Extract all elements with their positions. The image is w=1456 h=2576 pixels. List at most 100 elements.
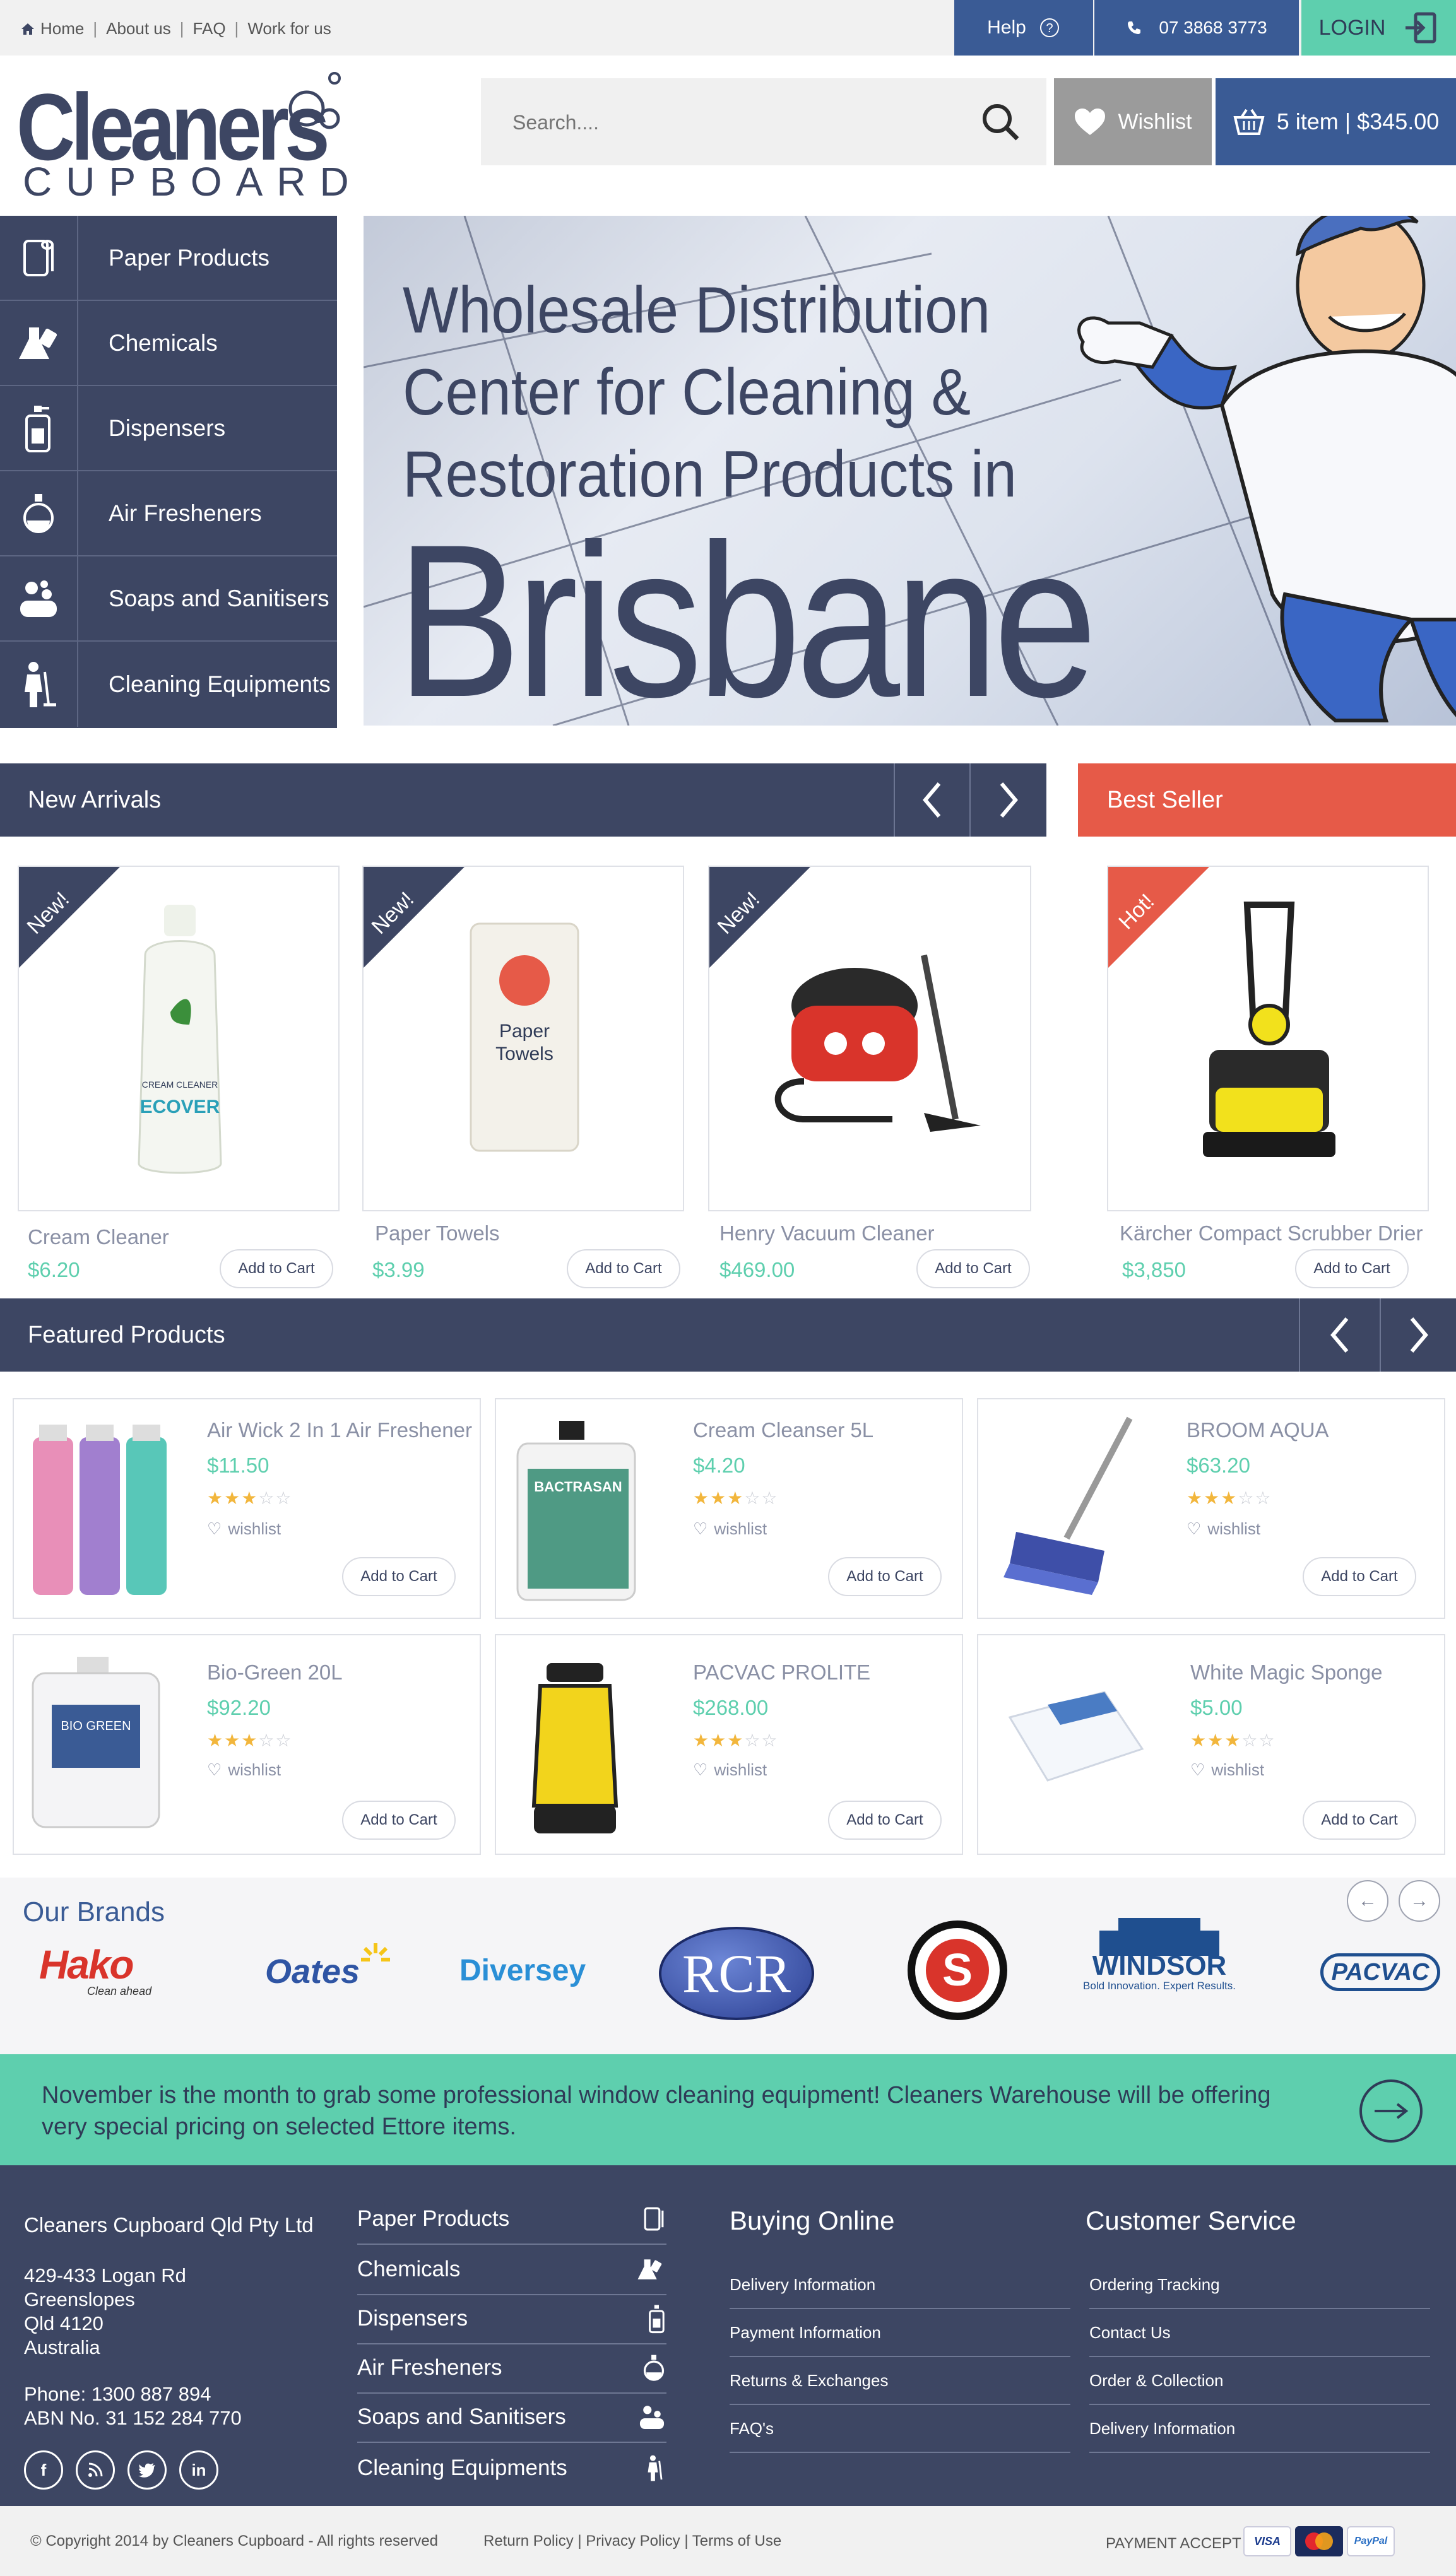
brand-logo-hako[interactable]: Hako Clean ahead — [39, 1944, 165, 1998]
product-card[interactable]: Hot! — [1107, 866, 1429, 1211]
footer-category-link[interactable]: Paper Products — [357, 2194, 666, 2245]
product-name[interactable]: Bio-Green 20L — [207, 1661, 343, 1685]
product-name[interactable]: Cream Cleanser 5L — [693, 1418, 873, 1442]
twitter-icon[interactable] — [127, 2450, 167, 2490]
brand-logo-pacvac[interactable]: PACVAC — [1320, 1953, 1440, 1991]
login-button[interactable]: LOGIN — [1301, 0, 1456, 56]
footer-category-link[interactable]: Air Fresheners — [357, 2343, 666, 2394]
rss-icon[interactable] — [76, 2450, 115, 2490]
sidebar-item-chemicals[interactable]: Chemicals — [0, 301, 337, 386]
svg-text:?: ? — [1046, 21, 1053, 35]
search-input[interactable] — [512, 103, 954, 141]
brand-logo-oates[interactable]: Oates — [265, 1943, 390, 1991]
footer-link[interactable]: Returns & Exchanges — [730, 2357, 1070, 2405]
footer-link[interactable]: FAQ's — [730, 2405, 1070, 2453]
featured-product-card[interactable]: BIO GREEN Bio-Green 20L $92.20 ★★★☆☆ ♡ wi… — [13, 1634, 481, 1855]
wishlist-link[interactable]: ♡ wishlist — [1187, 1519, 1260, 1539]
add-to-cart-button[interactable]: Add to Cart — [828, 1801, 942, 1840]
add-to-cart-button[interactable]: Add to Cart — [220, 1249, 333, 1288]
product-name[interactable]: Kärcher Compact Scrubber Drier — [1120, 1221, 1423, 1245]
prev-arrow-button[interactable] — [894, 763, 969, 837]
add-to-cart-button[interactable]: Add to Cart — [1295, 1249, 1409, 1288]
phone-button[interactable]: 07 3868 3773 — [1094, 0, 1299, 56]
wishlist-link[interactable]: ♡ wishlist — [207, 1519, 281, 1539]
sidebar-item-dispensers[interactable]: Dispensers — [0, 386, 337, 471]
sidebar-item-label: Air Fresheners — [109, 500, 262, 526]
product-name[interactable]: Paper Towels — [375, 1221, 500, 1245]
wishlist-link[interactable]: ♡ wishlist — [207, 1760, 281, 1780]
add-to-cart-button[interactable]: Add to Cart — [342, 1557, 456, 1596]
wishlist-button[interactable]: Wishlist — [1054, 78, 1212, 165]
search-icon[interactable] — [980, 101, 1021, 143]
footer-category-link[interactable]: Cleaning Equipments — [357, 2443, 666, 2493]
sidebar-item-air-fresheners[interactable]: Air Fresheners — [0, 471, 337, 556]
product-name[interactable]: Henry Vacuum Cleaner — [719, 1221, 935, 1245]
promo-banner: November is the month to grab some profe… — [0, 2054, 1456, 2165]
brand-logo-rcr[interactable]: RCR — [659, 1927, 814, 2020]
product-name[interactable]: White Magic Sponge — [1190, 1661, 1383, 1685]
promo-next-button[interactable] — [1359, 2079, 1423, 2143]
footer-link[interactable]: Ordering Tracking — [1089, 2261, 1430, 2309]
footer-category-link[interactable]: Soaps and Sanitisers — [357, 2392, 666, 2443]
arrow-right-icon — [1375, 2103, 1409, 2119]
product-name[interactable]: BROOM AQUA — [1187, 1418, 1329, 1442]
add-to-cart-button[interactable]: Add to Cart — [342, 1801, 456, 1840]
product-card[interactable]: New! — [708, 866, 1031, 1211]
nav-home-link[interactable]: Home — [40, 19, 84, 38]
brand-logo-diversey[interactable]: Diversey — [459, 1953, 586, 1988]
policy-links[interactable]: Return Policy | Privacy Policy | Terms o… — [483, 2532, 781, 2550]
featured-product-card[interactable]: BROOM AQUA $63.20 ★★★☆☆ ♡ wishlist Add to… — [977, 1398, 1445, 1619]
logo[interactable]: Cleaners CUPBOARD — [0, 63, 353, 215]
add-to-cart-button[interactable]: Add to Cart — [567, 1249, 680, 1288]
question-icon: ? — [1039, 17, 1060, 38]
chemical-flask-icon — [637, 2259, 662, 2279]
footer-link[interactable]: Delivery Information — [730, 2261, 1070, 2309]
brand-logo-s[interactable]: S — [908, 1920, 1007, 2020]
brands-prev-button[interactable]: ← — [1347, 1880, 1388, 1922]
featured-product-card[interactable]: Air Wick 2 In 1 Air Freshener $11.50 ★★★… — [13, 1398, 481, 1619]
cart-button[interactable]: 5 item | $345.00 — [1216, 78, 1456, 165]
featured-product-card[interactable]: PACVAC PROLITE $268.00 ★★★☆☆ ♡ wishlist A… — [495, 1634, 963, 1855]
add-to-cart-button[interactable]: Add to Cart — [1303, 1801, 1416, 1840]
search-box[interactable] — [481, 78, 1046, 165]
add-to-cart-button[interactable]: Add to Cart — [1303, 1557, 1416, 1596]
linkedin-icon[interactable]: in — [179, 2450, 218, 2490]
product-price: $3.99 — [372, 1258, 425, 1281]
help-button[interactable]: Help ? — [954, 0, 1093, 56]
nav-work-link[interactable]: Work for us — [247, 19, 331, 38]
featured-product-card[interactable]: White Magic Sponge $5.00 ★★★☆☆ ♡ wishlist… — [977, 1634, 1445, 1855]
brands-next-button[interactable]: → — [1399, 1880, 1440, 1922]
footer-category-link[interactable]: Chemicals — [357, 2245, 666, 2295]
top-nav: Home | About us | FAQ | Work for us — [20, 19, 331, 38]
wishlist-link[interactable]: ♡ wishlist — [693, 1519, 767, 1539]
sidebar-item-cleaning-equipments[interactable]: Cleaning Equipments — [0, 642, 337, 727]
featured-product-card[interactable]: BACTRASAN Cream Cleanser 5L $4.20 ★★★☆☆ … — [495, 1398, 963, 1619]
sidebar-item-paper-products[interactable]: Paper Products — [0, 216, 337, 301]
footer-category-link[interactable]: Dispensers — [357, 2294, 666, 2344]
product-card[interactable]: New! Paper Towels — [362, 866, 684, 1211]
facebook-icon[interactable]: f — [24, 2450, 63, 2490]
wishlist-link[interactable]: ♡ wishlist — [1190, 1760, 1264, 1780]
nav-faq-link[interactable]: FAQ — [193, 19, 226, 38]
footer-link[interactable]: Delivery Information — [1089, 2405, 1430, 2453]
hero-headline-2: Center for Cleaning & — [403, 356, 971, 429]
footer-link[interactable]: Order & Collection — [1089, 2357, 1430, 2405]
product-name[interactable]: Cream Cleaner — [28, 1225, 169, 1249]
prev-arrow-button[interactable] — [1299, 1298, 1380, 1372]
hero-headline-1: Wholesale Distribution — [403, 274, 991, 347]
footer-link[interactable]: Contact Us — [1089, 2309, 1430, 2357]
product-card[interactable]: New! CREAM CLEANER ECOVER — [18, 866, 340, 1211]
wishlist-label: wishlist — [228, 1519, 281, 1538]
product-name[interactable]: Air Wick 2 In 1 Air Freshener — [207, 1418, 472, 1442]
brand-logo-windsor[interactable]: WINDSOR Bold Innovation. Expert Results. — [1080, 1918, 1238, 1992]
sidebar-item-soaps-sanitisers[interactable]: Soaps and Sanitisers — [0, 556, 337, 642]
add-to-cart-button[interactable]: Add to Cart — [828, 1557, 942, 1596]
hero-banner[interactable]: Wholesale Distribution Center for Cleani… — [364, 216, 1456, 726]
next-arrow-button[interactable] — [1380, 1298, 1456, 1372]
footer-link[interactable]: Payment Information — [730, 2309, 1070, 2357]
wishlist-link[interactable]: ♡ wishlist — [693, 1760, 767, 1780]
nav-about-link[interactable]: About us — [106, 19, 171, 38]
add-to-cart-button[interactable]: Add to Cart — [916, 1249, 1030, 1288]
product-name[interactable]: PACVAC PROLITE — [693, 1661, 870, 1685]
next-arrow-button[interactable] — [969, 763, 1046, 837]
